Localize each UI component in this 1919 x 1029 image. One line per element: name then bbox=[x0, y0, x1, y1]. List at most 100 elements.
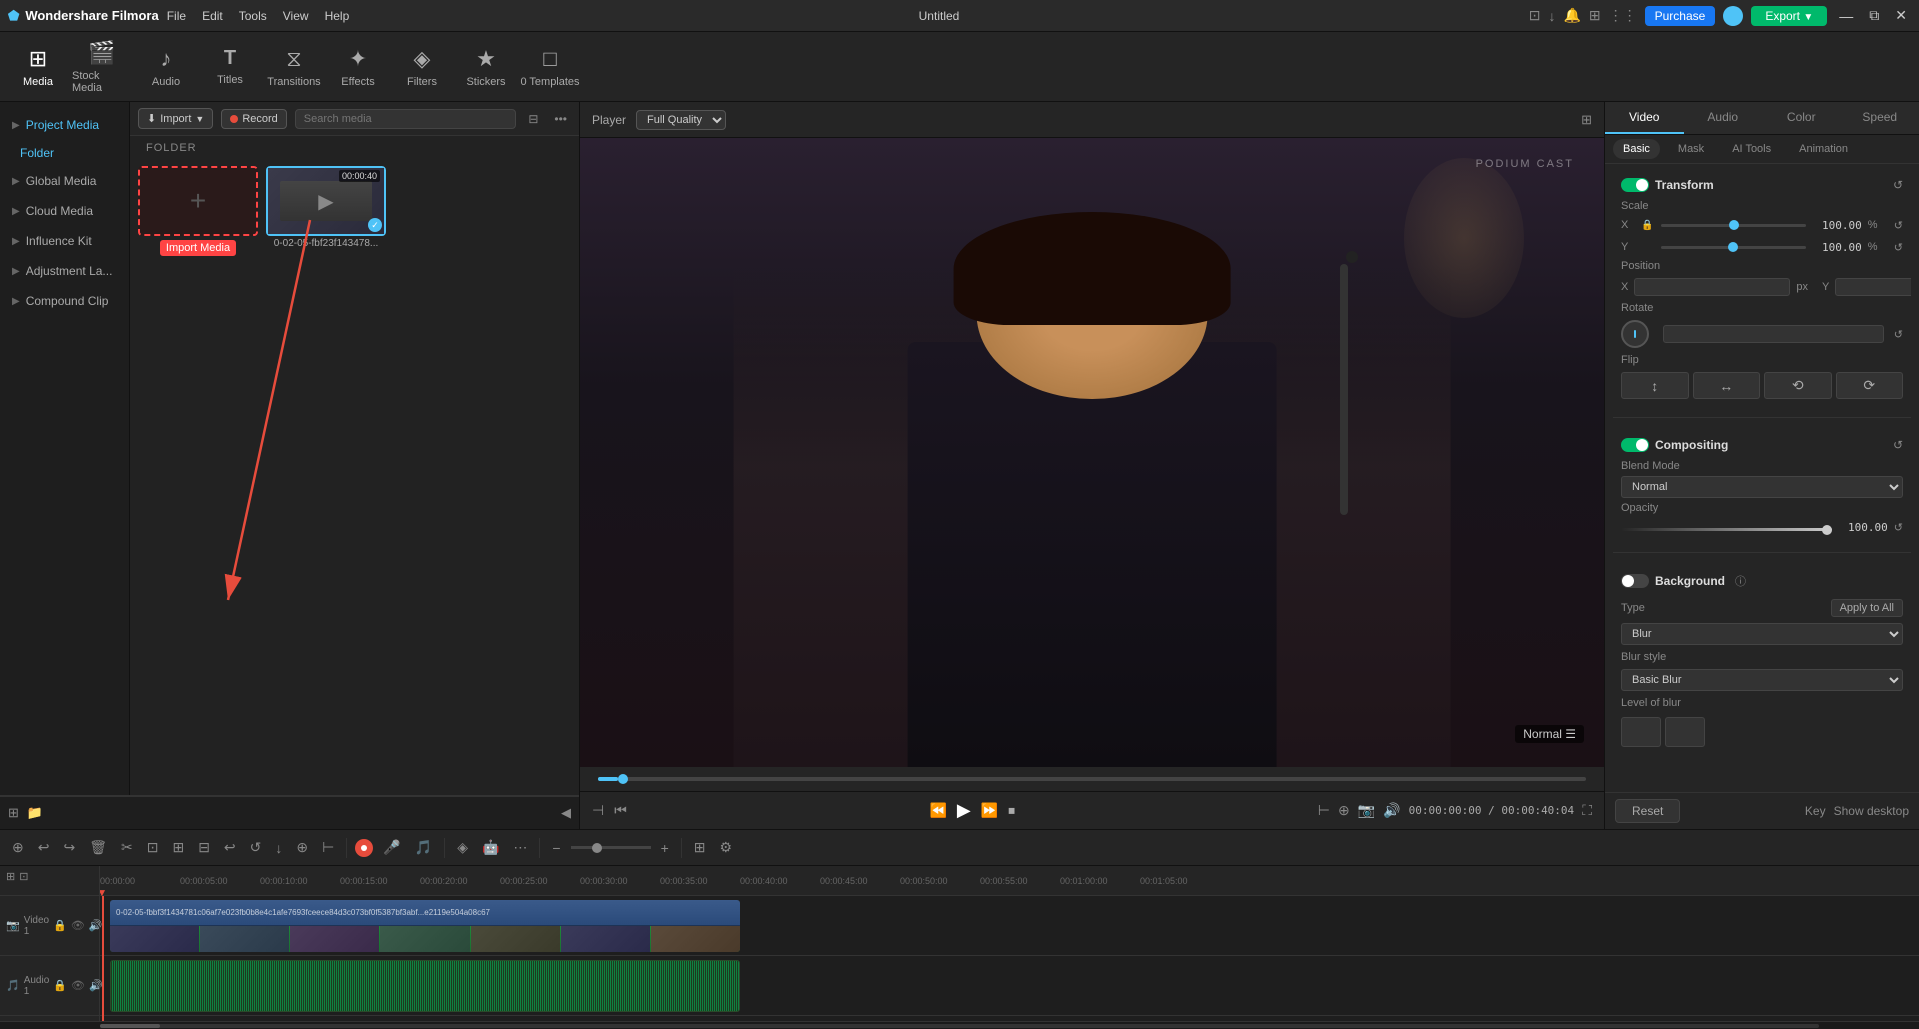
tab-color[interactable]: Color bbox=[1762, 102, 1841, 134]
toolbar-media[interactable]: ⊞ Media bbox=[8, 37, 68, 97]
quality-select[interactable]: Full Quality 1/2 Quality 1/4 Quality bbox=[636, 110, 726, 130]
blur-level-low[interactable] bbox=[1621, 717, 1661, 747]
tl-rotate-icon[interactable]: ↺ bbox=[246, 837, 266, 858]
menu-edit[interactable]: Edit bbox=[202, 9, 223, 23]
preview-player-btn-prev[interactable]: ⏮ bbox=[614, 802, 627, 819]
stop-button[interactable]: ⏹ bbox=[1008, 802, 1015, 819]
sidebar-item-project-media[interactable]: ▶ Project Media bbox=[0, 110, 129, 140]
more-options-icon[interactable]: ••• bbox=[550, 110, 571, 128]
opacity-slider[interactable] bbox=[1621, 528, 1832, 531]
minimize-button[interactable]: — bbox=[1835, 8, 1857, 24]
menu-help[interactable]: Help bbox=[325, 9, 350, 23]
rotate-right-button[interactable]: ⟳ bbox=[1836, 372, 1904, 399]
tl-delete-icon[interactable]: 🗑 bbox=[85, 837, 111, 858]
tl-settings-icon[interactable]: ⚙ bbox=[716, 837, 737, 858]
tl-zoom-out-icon[interactable]: − bbox=[548, 838, 564, 858]
add-to-timeline-icon[interactable]: ⊞ bbox=[8, 805, 19, 821]
flip-vertical-button[interactable]: ↕ bbox=[1621, 372, 1689, 399]
tl-redo-icon[interactable]: ↪ bbox=[59, 837, 79, 858]
tab-video[interactable]: Video bbox=[1605, 102, 1684, 134]
sidebar-item-global-media[interactable]: ▶ Global Media bbox=[0, 166, 129, 196]
tl-zoom-slider[interactable] bbox=[571, 846, 651, 849]
audio-clip[interactable] bbox=[110, 960, 740, 1012]
tl-add-track-icon[interactable]: ⊕ bbox=[8, 837, 28, 858]
timeline-playhead[interactable]: ▼ bbox=[102, 896, 104, 1021]
background-toggle-switch[interactable] bbox=[1621, 574, 1649, 588]
tl-keyframe-icon[interactable]: ◈ bbox=[453, 837, 472, 858]
tl-undo-icon[interactable]: ↩ bbox=[34, 837, 54, 858]
filter-icon[interactable]: ⊟ bbox=[524, 110, 542, 128]
rotate-input[interactable]: 0.00° bbox=[1663, 325, 1884, 343]
menu-view[interactable]: View bbox=[283, 9, 309, 23]
rotate-reset[interactable]: ↺ bbox=[1894, 328, 1903, 341]
toolbar-audio[interactable]: ♪ Audio bbox=[136, 37, 196, 97]
bg-blur-select[interactable]: Blur Color Image bbox=[1621, 623, 1903, 645]
sidebar-item-compound-clip[interactable]: ▶ Compound Clip bbox=[0, 286, 129, 316]
toolbar-titles[interactable]: T Titles bbox=[200, 37, 260, 97]
subtab-animation[interactable]: Animation bbox=[1789, 139, 1858, 159]
scale-y-slider[interactable] bbox=[1661, 246, 1806, 249]
toolbar-transitions[interactable]: ⧖ Transitions bbox=[264, 37, 324, 97]
tl-audio1-eye-icon[interactable]: 👁 bbox=[71, 979, 85, 992]
rewind-button[interactable]: ⏪ bbox=[929, 802, 946, 819]
h-scrollbar-track[interactable] bbox=[100, 1024, 1819, 1028]
rotate-left-button[interactable]: ⟲ bbox=[1764, 372, 1832, 399]
scale-y-reset[interactable]: ↺ bbox=[1894, 241, 1903, 254]
video-clip[interactable]: 0-02-05-fbbf3f1434781c06af7e023fb0b8e4c1… bbox=[110, 900, 740, 952]
toolbar-templates[interactable]: □ 0 Templates bbox=[520, 37, 580, 97]
tl-more-icon[interactable]: ⋯ bbox=[509, 837, 531, 858]
tl-ripple-icon[interactable]: ⊟ bbox=[194, 837, 214, 858]
tl-fit2-icon[interactable]: ⊡ bbox=[19, 870, 28, 883]
tl-video1-eye-icon[interactable]: 👁 bbox=[71, 919, 85, 932]
rotate-dial[interactable] bbox=[1621, 320, 1649, 348]
import-button[interactable]: ⬇ Import ▼ bbox=[138, 108, 213, 129]
close-button[interactable]: ✕ bbox=[1891, 7, 1911, 24]
tl-voiceover-icon[interactable]: 🎤 bbox=[379, 837, 404, 858]
mark-out-icon[interactable]: ⊢ bbox=[1318, 802, 1330, 819]
toolbar-filters[interactable]: ◈ Filters bbox=[392, 37, 452, 97]
tl-fit-icon[interactable]: ⊞ bbox=[6, 870, 15, 883]
h-scrollbar-thumb[interactable] bbox=[100, 1024, 160, 1028]
transform-reset-icon[interactable]: ↺ bbox=[1893, 178, 1903, 192]
purchase-button[interactable]: Purchase bbox=[1645, 6, 1716, 26]
add-marker-icon[interactable]: ⊕ bbox=[1338, 802, 1350, 819]
tl-cut-icon[interactable]: ✂ bbox=[117, 837, 137, 858]
sidebar-item-influence-kit[interactable]: ▶ Influence Kit bbox=[0, 226, 129, 256]
position-y-input[interactable]: 0.00 bbox=[1835, 278, 1911, 296]
video-thumb[interactable]: ▶ 00:00:40 ✓ bbox=[266, 166, 386, 236]
sidebar-item-folder[interactable]: Folder bbox=[0, 140, 129, 166]
snapshot-icon[interactable]: 📷 bbox=[1358, 802, 1375, 819]
tl-crop-icon[interactable]: ⊞ bbox=[168, 837, 188, 858]
toolbar-stickers[interactable]: ★ Stickers bbox=[456, 37, 516, 97]
maximize-button[interactable]: ⧉ bbox=[1865, 7, 1883, 24]
scale-x-slider[interactable] bbox=[1661, 224, 1805, 227]
export-button[interactable]: Export ▼ bbox=[1751, 6, 1827, 26]
flip-horizontal-button[interactable]: ↔ bbox=[1693, 372, 1761, 399]
apply-to-all-button[interactable]: Apply to All bbox=[1831, 599, 1903, 617]
tl-split-icon[interactable]: ⊡ bbox=[143, 837, 163, 858]
fullscreen-icon[interactable]: ⛶ bbox=[1582, 802, 1592, 819]
compositing-toggle-switch[interactable] bbox=[1621, 438, 1649, 452]
tl-zoom-in-icon[interactable]: + bbox=[657, 838, 673, 858]
collapse-panel-icon[interactable]: ◀ bbox=[561, 805, 571, 821]
tl-music-icon[interactable]: 🎵 bbox=[411, 837, 436, 858]
tl-replace-icon[interactable]: ⊕ bbox=[292, 837, 312, 858]
record-button[interactable]: Record bbox=[221, 109, 286, 129]
position-x-input[interactable]: 0.00 bbox=[1634, 278, 1790, 296]
subtab-basic[interactable]: Basic bbox=[1613, 139, 1660, 159]
sidebar-item-cloud-media[interactable]: ▶ Cloud Media bbox=[0, 196, 129, 226]
import-placeholder-thumb[interactable]: + bbox=[138, 166, 258, 236]
tl-grid-icon[interactable]: ⊞ bbox=[690, 837, 710, 858]
compositing-reset-icon[interactable]: ↺ bbox=[1893, 438, 1903, 452]
list-item[interactable]: + Import Media bbox=[138, 166, 258, 787]
toolbar-effects[interactable]: ✦ Effects bbox=[328, 37, 388, 97]
mark-in-icon[interactable]: ⊣ bbox=[592, 802, 604, 819]
blend-mode-select[interactable]: Normal Multiply Screen bbox=[1621, 476, 1903, 498]
blur-level-medium[interactable] bbox=[1665, 717, 1705, 747]
blur-style-select[interactable]: Basic Blur bbox=[1621, 669, 1903, 691]
volume-icon[interactable]: 🔊 bbox=[1383, 802, 1400, 819]
timeline-scrubber[interactable] bbox=[598, 777, 1586, 781]
tab-audio[interactable]: Audio bbox=[1684, 102, 1763, 134]
reset-button[interactable]: Reset bbox=[1615, 799, 1680, 823]
tl-audio1-lock-icon[interactable]: 🔒 bbox=[53, 979, 67, 992]
